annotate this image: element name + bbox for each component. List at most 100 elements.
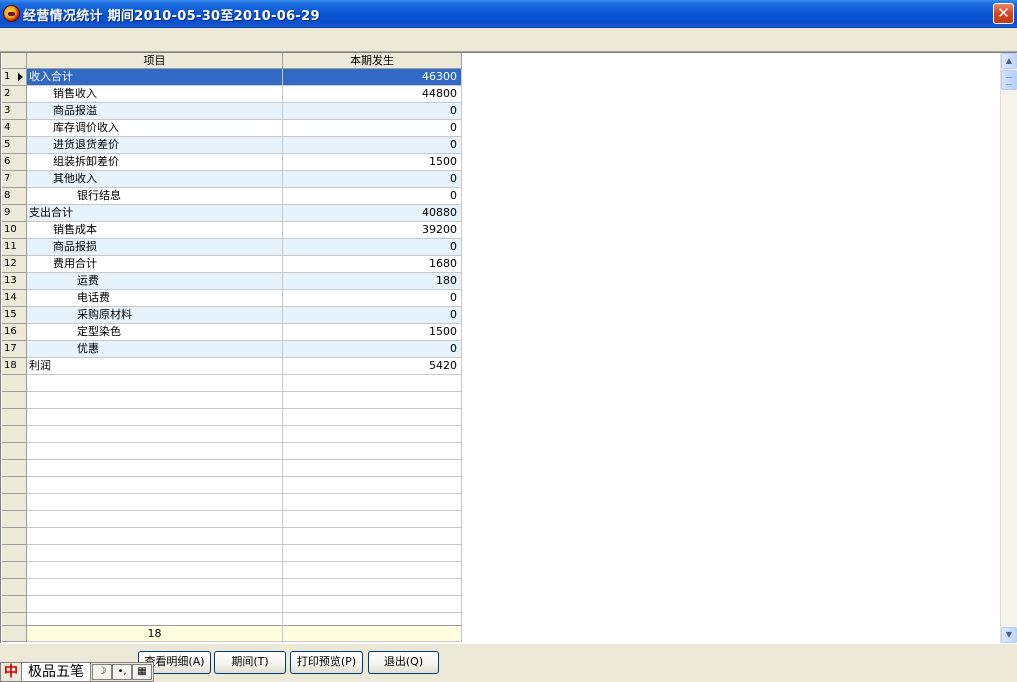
scroll-down-button[interactable]: ▼ bbox=[1001, 627, 1017, 643]
table-row[interactable]: 3 商品报溢 0 bbox=[2, 103, 462, 120]
row-number[interactable]: 18 bbox=[2, 358, 27, 375]
table-row[interactable]: 12 费用合计 1680 bbox=[2, 256, 462, 273]
amount-cell[interactable]: 1500 bbox=[283, 154, 462, 171]
empty-row[interactable] bbox=[2, 426, 462, 443]
ime-keyboard-icon[interactable]: ▦ bbox=[132, 664, 152, 680]
table-row[interactable]: 9 支出合计 40880 bbox=[2, 205, 462, 222]
empty-row[interactable] bbox=[2, 477, 462, 494]
row-number[interactable]: 8 bbox=[2, 188, 27, 205]
table-row[interactable]: 15 采购原材料 0 bbox=[2, 307, 462, 324]
row-number[interactable]: 16 bbox=[2, 324, 27, 341]
item-name-cell[interactable]: 优惠 bbox=[27, 341, 283, 358]
table-row[interactable]: 14 电话费 0 bbox=[2, 290, 462, 307]
table-row[interactable]: 5 进货退货差价 0 bbox=[2, 137, 462, 154]
amount-cell[interactable]: 5420 bbox=[283, 358, 462, 375]
empty-row[interactable] bbox=[2, 579, 462, 596]
table-row[interactable]: 18 利润 5420 bbox=[2, 358, 462, 375]
close-button[interactable]: ✕ bbox=[993, 3, 1014, 24]
row-number[interactable]: 10 bbox=[2, 222, 27, 239]
amount-cell[interactable]: 0 bbox=[283, 137, 462, 154]
row-number[interactable]: 11 bbox=[2, 239, 27, 256]
item-name-cell[interactable]: 费用合计 bbox=[27, 256, 283, 273]
ime-punctuation-icon[interactable]: •, bbox=[112, 664, 132, 680]
table-row[interactable]: 4 库存调价收入 0 bbox=[2, 120, 462, 137]
table-row[interactable]: 6 组装拆卸差价 1500 bbox=[2, 154, 462, 171]
table-row[interactable]: 17 优惠 0 bbox=[2, 341, 462, 358]
table-row[interactable]: 11 商品报损 0 bbox=[2, 239, 462, 256]
amount-cell[interactable]: 46300 bbox=[283, 69, 462, 86]
empty-row[interactable] bbox=[2, 460, 462, 477]
table-row[interactable]: 8 银行结息 0 bbox=[2, 188, 462, 205]
item-name-cell[interactable]: 销售收入 bbox=[27, 86, 283, 103]
amount-cell[interactable]: 0 bbox=[283, 307, 462, 324]
amount-cell[interactable]: 1500 bbox=[283, 324, 462, 341]
amount-cell[interactable]: 0 bbox=[283, 171, 462, 188]
item-name-cell[interactable]: 进货退货差价 bbox=[27, 137, 283, 154]
item-name-cell[interactable]: 支出合计 bbox=[27, 205, 283, 222]
row-number[interactable]: 6 bbox=[2, 154, 27, 171]
empty-row[interactable] bbox=[2, 545, 462, 562]
empty-row[interactable] bbox=[2, 494, 462, 511]
item-name-cell[interactable]: 电话费 bbox=[27, 290, 283, 307]
item-name-cell[interactable]: 利润 bbox=[27, 358, 283, 375]
ime-chinese-mode-icon[interactable]: 中 bbox=[1, 663, 21, 681]
item-name-cell[interactable]: 商品报损 bbox=[27, 239, 283, 256]
empty-row[interactable] bbox=[2, 375, 462, 392]
empty-row[interactable] bbox=[2, 596, 462, 613]
row-number[interactable]: 7 bbox=[2, 171, 27, 188]
amount-cell[interactable]: 180 bbox=[283, 273, 462, 290]
row-number[interactable]: 14 bbox=[2, 290, 27, 307]
amount-cell[interactable]: 0 bbox=[283, 341, 462, 358]
item-name-cell[interactable]: 收入合计 bbox=[27, 69, 283, 86]
item-name-cell[interactable]: 运费 bbox=[27, 273, 283, 290]
item-name-cell[interactable]: 银行结息 bbox=[27, 188, 283, 205]
amount-cell[interactable]: 0 bbox=[283, 120, 462, 137]
amount-cell[interactable]: 44800 bbox=[283, 86, 462, 103]
row-number[interactable]: 5 bbox=[2, 137, 27, 154]
row-number[interactable]: 15 bbox=[2, 307, 27, 324]
row-number[interactable]: 2 bbox=[2, 86, 27, 103]
row-number[interactable]: 1 bbox=[2, 69, 27, 86]
ime-name-label[interactable]: 极品五笔 bbox=[21, 663, 91, 681]
item-name-cell[interactable]: 商品报溢 bbox=[27, 103, 283, 120]
item-name-cell[interactable]: 库存调价收入 bbox=[27, 120, 283, 137]
column-header-item[interactable]: 项目 bbox=[27, 53, 283, 69]
table-row[interactable]: 10 销售成本 39200 bbox=[2, 222, 462, 239]
amount-cell[interactable]: 0 bbox=[283, 239, 462, 256]
amount-cell[interactable]: 39200 bbox=[283, 222, 462, 239]
table-row[interactable]: 13 运费 180 bbox=[2, 273, 462, 290]
scroll-up-button[interactable]: ▲ bbox=[1001, 53, 1017, 69]
empty-row[interactable] bbox=[2, 409, 462, 426]
row-number[interactable]: 13 bbox=[2, 273, 27, 290]
row-number[interactable]: 3 bbox=[2, 103, 27, 120]
ime-moon-icon[interactable]: ☽ bbox=[92, 664, 112, 680]
item-name-cell[interactable]: 其他收入 bbox=[27, 171, 283, 188]
table-row[interactable]: 2 销售收入 44800 bbox=[2, 86, 462, 103]
print-preview-button[interactable]: 打印预览(P) bbox=[290, 651, 363, 674]
scroll-thumb[interactable] bbox=[1001, 70, 1017, 90]
item-name-cell[interactable]: 销售成本 bbox=[27, 222, 283, 239]
item-name-cell[interactable]: 组装拆卸差价 bbox=[27, 154, 283, 171]
row-number[interactable]: 4 bbox=[2, 120, 27, 137]
empty-row[interactable] bbox=[2, 443, 462, 460]
amount-cell[interactable]: 0 bbox=[283, 188, 462, 205]
item-name-cell[interactable]: 定型染色 bbox=[27, 324, 283, 341]
row-number[interactable]: 17 bbox=[2, 341, 27, 358]
row-number[interactable]: 9 bbox=[2, 205, 27, 222]
item-name-cell[interactable]: 采购原材料 bbox=[27, 307, 283, 324]
vertical-scrollbar[interactable]: ▲ ▼ bbox=[1000, 53, 1017, 643]
period-button[interactable]: 期间(T) bbox=[214, 651, 286, 674]
empty-row[interactable] bbox=[2, 511, 462, 528]
amount-cell[interactable]: 0 bbox=[283, 290, 462, 307]
empty-row[interactable] bbox=[2, 392, 462, 409]
empty-row[interactable] bbox=[2, 562, 462, 579]
row-number[interactable]: 12 bbox=[2, 256, 27, 273]
table-row[interactable]: 1 收入合计 46300 bbox=[2, 69, 462, 86]
amount-cell[interactable]: 40880 bbox=[283, 205, 462, 222]
column-header-amount[interactable]: 本期发生 bbox=[283, 53, 462, 69]
amount-cell[interactable]: 0 bbox=[283, 103, 462, 120]
empty-row[interactable] bbox=[2, 528, 462, 545]
amount-cell[interactable]: 1680 bbox=[283, 256, 462, 273]
exit-button[interactable]: 退出(Q) bbox=[368, 651, 439, 674]
table-row[interactable]: 16 定型染色 1500 bbox=[2, 324, 462, 341]
